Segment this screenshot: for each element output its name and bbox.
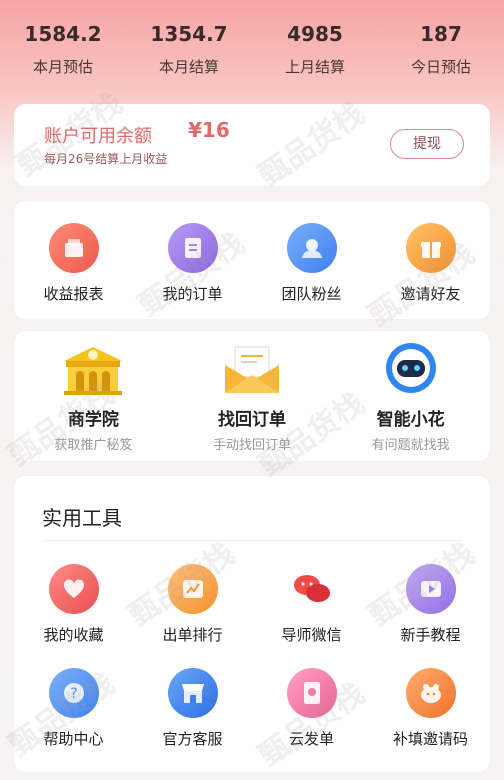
feature-business-school[interactable]: 商学院 获取推广秘笈 xyxy=(14,343,173,453)
piggy-icon xyxy=(405,668,456,718)
menu-item-invite-friends[interactable]: 邀请好友 xyxy=(371,223,490,304)
balance-amount: ¥16 xyxy=(188,118,230,142)
stat-label: 今日预估 xyxy=(410,58,471,76)
stat-month-estimate[interactable]: 1584.2 本月预估 xyxy=(0,14,126,94)
withdraw-button[interactable]: 提现 xyxy=(390,129,464,159)
stat-value: 187 xyxy=(420,22,462,46)
tool-label: 导师微信 xyxy=(281,626,342,644)
feature-subtitle: 获取推广秘笈 xyxy=(54,438,133,453)
stat-value: 1584.2 xyxy=(24,22,102,46)
store-icon xyxy=(167,668,218,718)
tool-fill-invite-code[interactable]: 补填邀请码 xyxy=(371,668,490,749)
menu-item-label: 收益报表 xyxy=(43,285,104,303)
feature-title: 找回订单 xyxy=(218,410,286,430)
robot-icon xyxy=(331,343,490,395)
tool-help-center[interactable]: ? 帮助中心 xyxy=(14,668,133,749)
menu-item-label: 我的订单 xyxy=(162,285,223,303)
feature-title: 商学院 xyxy=(67,410,119,430)
divider xyxy=(42,540,462,541)
tool-label: 补填邀请码 xyxy=(392,730,468,748)
heart-icon xyxy=(48,564,99,614)
tool-order-ranking[interactable]: 出单排行 xyxy=(133,564,252,645)
stat-label: 上月结算 xyxy=(284,58,345,76)
stat-month-settled[interactable]: 1354.7 本月结算 xyxy=(126,14,252,94)
menu-item-team-fans[interactable]: 团队粉丝 xyxy=(252,223,371,304)
menu-item-income-report[interactable]: 收益报表 xyxy=(14,223,133,304)
help-icon: ? xyxy=(48,668,99,718)
tool-my-favorites[interactable]: 我的收藏 xyxy=(14,564,133,645)
cloud-send-icon xyxy=(286,668,337,718)
feature-title: 智能小花 xyxy=(376,410,445,430)
order-icon xyxy=(167,223,218,273)
trend-icon xyxy=(167,564,218,614)
balance-card: 账户可用余额 ¥16 每月26号结算上月收益 提现 xyxy=(14,104,490,186)
tool-label: 新手教程 xyxy=(400,626,461,644)
tool-label: 我的收藏 xyxy=(43,626,104,644)
menu-item-label: 团队粉丝 xyxy=(281,285,342,303)
tools-section-title: 实用工具 xyxy=(42,506,122,530)
stat-today-estimate[interactable]: 187 今日预估 xyxy=(378,14,504,94)
tool-customer-service[interactable]: 官方客服 xyxy=(133,668,252,749)
envelope-icon xyxy=(173,343,332,395)
tool-cloud-send[interactable]: 云发单 xyxy=(252,668,371,749)
stat-label: 本月结算 xyxy=(158,58,219,76)
chat-icon xyxy=(286,564,337,614)
tool-mentor-wechat[interactable]: 导师微信 xyxy=(252,564,371,645)
school-icon xyxy=(14,343,173,395)
balance-note: 每月26号结算上月收益 xyxy=(44,152,168,166)
feature-recover-order[interactable]: 找回订单 手动找回订单 xyxy=(173,343,332,453)
tool-label: 帮助中心 xyxy=(43,730,104,748)
stat-label: 本月预估 xyxy=(32,58,93,76)
report-icon xyxy=(48,223,99,273)
tools-card: 实用工具 我的收藏 出单排行 导师微信 新手教程 ? 帮助中心 官方客服 云发单… xyxy=(14,476,490,772)
tool-label: 出单排行 xyxy=(162,626,223,644)
menu-item-my-orders[interactable]: 我的订单 xyxy=(133,223,252,304)
gift-icon xyxy=(405,223,456,273)
stat-last-month-settled[interactable]: 4985 上月结算 xyxy=(252,14,378,94)
team-icon xyxy=(286,223,337,273)
stats-bar: 1584.2 本月预估 1354.7 本月结算 4985 上月结算 187 今日… xyxy=(0,14,504,94)
main-menu-card: 收益报表 我的订单 团队粉丝 邀请好友 xyxy=(14,201,490,319)
balance-title: 账户可用余额 xyxy=(44,126,152,147)
feature-subtitle: 手动找回订单 xyxy=(213,438,292,453)
tool-beginner-tutorial[interactable]: 新手教程 xyxy=(371,564,490,645)
play-icon xyxy=(405,564,456,614)
stat-value: 1354.7 xyxy=(150,22,228,46)
stat-value: 4985 xyxy=(287,22,343,46)
tool-label: 云发单 xyxy=(288,730,334,748)
feature-smart-assistant[interactable]: 智能小花 有问题就找我 xyxy=(331,343,490,453)
tool-label: 官方客服 xyxy=(162,730,223,748)
svg-text:?: ? xyxy=(70,686,77,702)
feature-card: 商学院 获取推广秘笈 找回订单 手动找回订单 智能小花 有问题就找我 xyxy=(14,331,490,461)
menu-item-label: 邀请好友 xyxy=(400,285,461,303)
feature-subtitle: 有问题就找我 xyxy=(371,438,450,453)
